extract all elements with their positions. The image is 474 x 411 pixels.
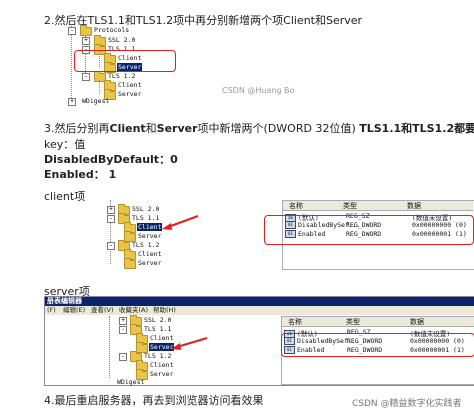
tree-node-client-2[interactable]: Client: [138, 250, 161, 258]
folder-icon: [80, 25, 92, 36]
tree-node-ssl20[interactable]: SSL 2.0: [144, 316, 171, 324]
expand-icon[interactable]: +: [119, 317, 127, 325]
highlight-box: [74, 50, 176, 72]
window-titlebar: 册表编辑器: [45, 297, 474, 306]
watermark: CSDN @Huang Bo: [222, 86, 295, 95]
regedit-screenshot-server: 册表编辑器 (F) 编辑(E) 查看(V) 收藏夹(A) 帮助(H) + SSL…: [44, 296, 474, 386]
menu-help[interactable]: 帮助(H): [153, 306, 176, 315]
collapse-icon[interactable]: -: [119, 326, 127, 334]
step4-text: 4.最后重启服务器，再去到浏览器访问看效果: [44, 394, 264, 407]
watermark: CSDN @精益数字化实践者: [352, 399, 462, 409]
highlight-box: [281, 333, 474, 357]
tree-node-client-2[interactable]: Client: [118, 81, 141, 89]
tree-node-server-2[interactable]: Server: [138, 259, 161, 267]
header-type[interactable]: 类型: [343, 201, 357, 211]
tree-node-server[interactable]: Server: [138, 232, 161, 240]
regedit-screenshot-client: + SSL 2.0 - TLS 1.1 Client Server - TLS …: [88, 200, 474, 270]
collapse-icon[interactable]: -: [107, 215, 115, 223]
tree-node-tls12[interactable]: TLS 1.2: [132, 241, 159, 249]
menu-bar: (F) 编辑(E) 查看(V) 收藏夹(A) 帮助(H): [45, 306, 474, 315]
collapse-icon[interactable]: -: [68, 27, 76, 35]
expand-icon[interactable]: +: [107, 206, 115, 214]
tree-node-client-2[interactable]: Client: [150, 361, 173, 369]
window-title: 册表编辑器: [47, 297, 82, 305]
tree-node-protocols[interactable]: Protocols: [94, 26, 129, 34]
tree-node-tls12[interactable]: TLS 1.2: [108, 72, 135, 80]
tree-node-tls11[interactable]: TLS 1.1: [132, 214, 159, 222]
header-data[interactable]: 数据: [407, 201, 421, 211]
tree-node-client-selected[interactable]: Client: [137, 223, 163, 231]
highlight-box: [264, 215, 474, 245]
step3-text: 3.然后分别再Client和Server项中新增两个(DWORD 32位值) T…: [44, 122, 474, 135]
header-name[interactable]: 名称: [289, 201, 303, 211]
collapse-icon[interactable]: -: [119, 353, 127, 361]
header-data[interactable]: 数据: [410, 317, 424, 327]
tree-node-wdigest[interactable]: WDigest: [82, 97, 109, 105]
tree-node-server-2[interactable]: Server: [118, 90, 141, 98]
enabled-text: Enabled： 1: [44, 168, 117, 181]
menu-edit[interactable]: 编辑(E): [63, 306, 85, 315]
menu-file[interactable]: (F): [47, 306, 56, 315]
header-name[interactable]: 名称: [288, 317, 302, 327]
collapse-icon[interactable]: -: [82, 73, 90, 81]
header-type[interactable]: 类型: [346, 317, 360, 327]
arrow-icon: [171, 337, 208, 350]
client-section-label: client项: [44, 190, 86, 203]
tree-node-wdigest[interactable]: WDigest: [117, 378, 144, 386]
tree-node-ssl20[interactable]: SSL 2.0: [132, 205, 159, 213]
tree-node-tls12[interactable]: TLS 1.2: [144, 352, 171, 360]
expand-icon[interactable]: +: [68, 98, 76, 106]
folder-icon: [124, 258, 136, 269]
expand-icon[interactable]: +: [82, 37, 90, 45]
menu-view[interactable]: 查看(V): [91, 306, 114, 315]
tree-node-tls11[interactable]: TLS 1.1: [144, 325, 171, 333]
values-header: 名称 类型 数据: [283, 201, 473, 211]
tree-node-ssl20[interactable]: SSL 2.0: [108, 36, 135, 44]
key-value-text: key：值: [44, 138, 86, 151]
disabled-by-default-text: DisabledByDefault：0: [44, 153, 178, 166]
values-header: 名称 类型 数据: [282, 317, 474, 327]
tree-node-server-2[interactable]: Server: [150, 370, 173, 378]
arrow-icon: [162, 215, 199, 230]
menu-favorites[interactable]: 收藏夹(A): [119, 306, 148, 315]
collapse-icon[interactable]: -: [107, 242, 115, 250]
